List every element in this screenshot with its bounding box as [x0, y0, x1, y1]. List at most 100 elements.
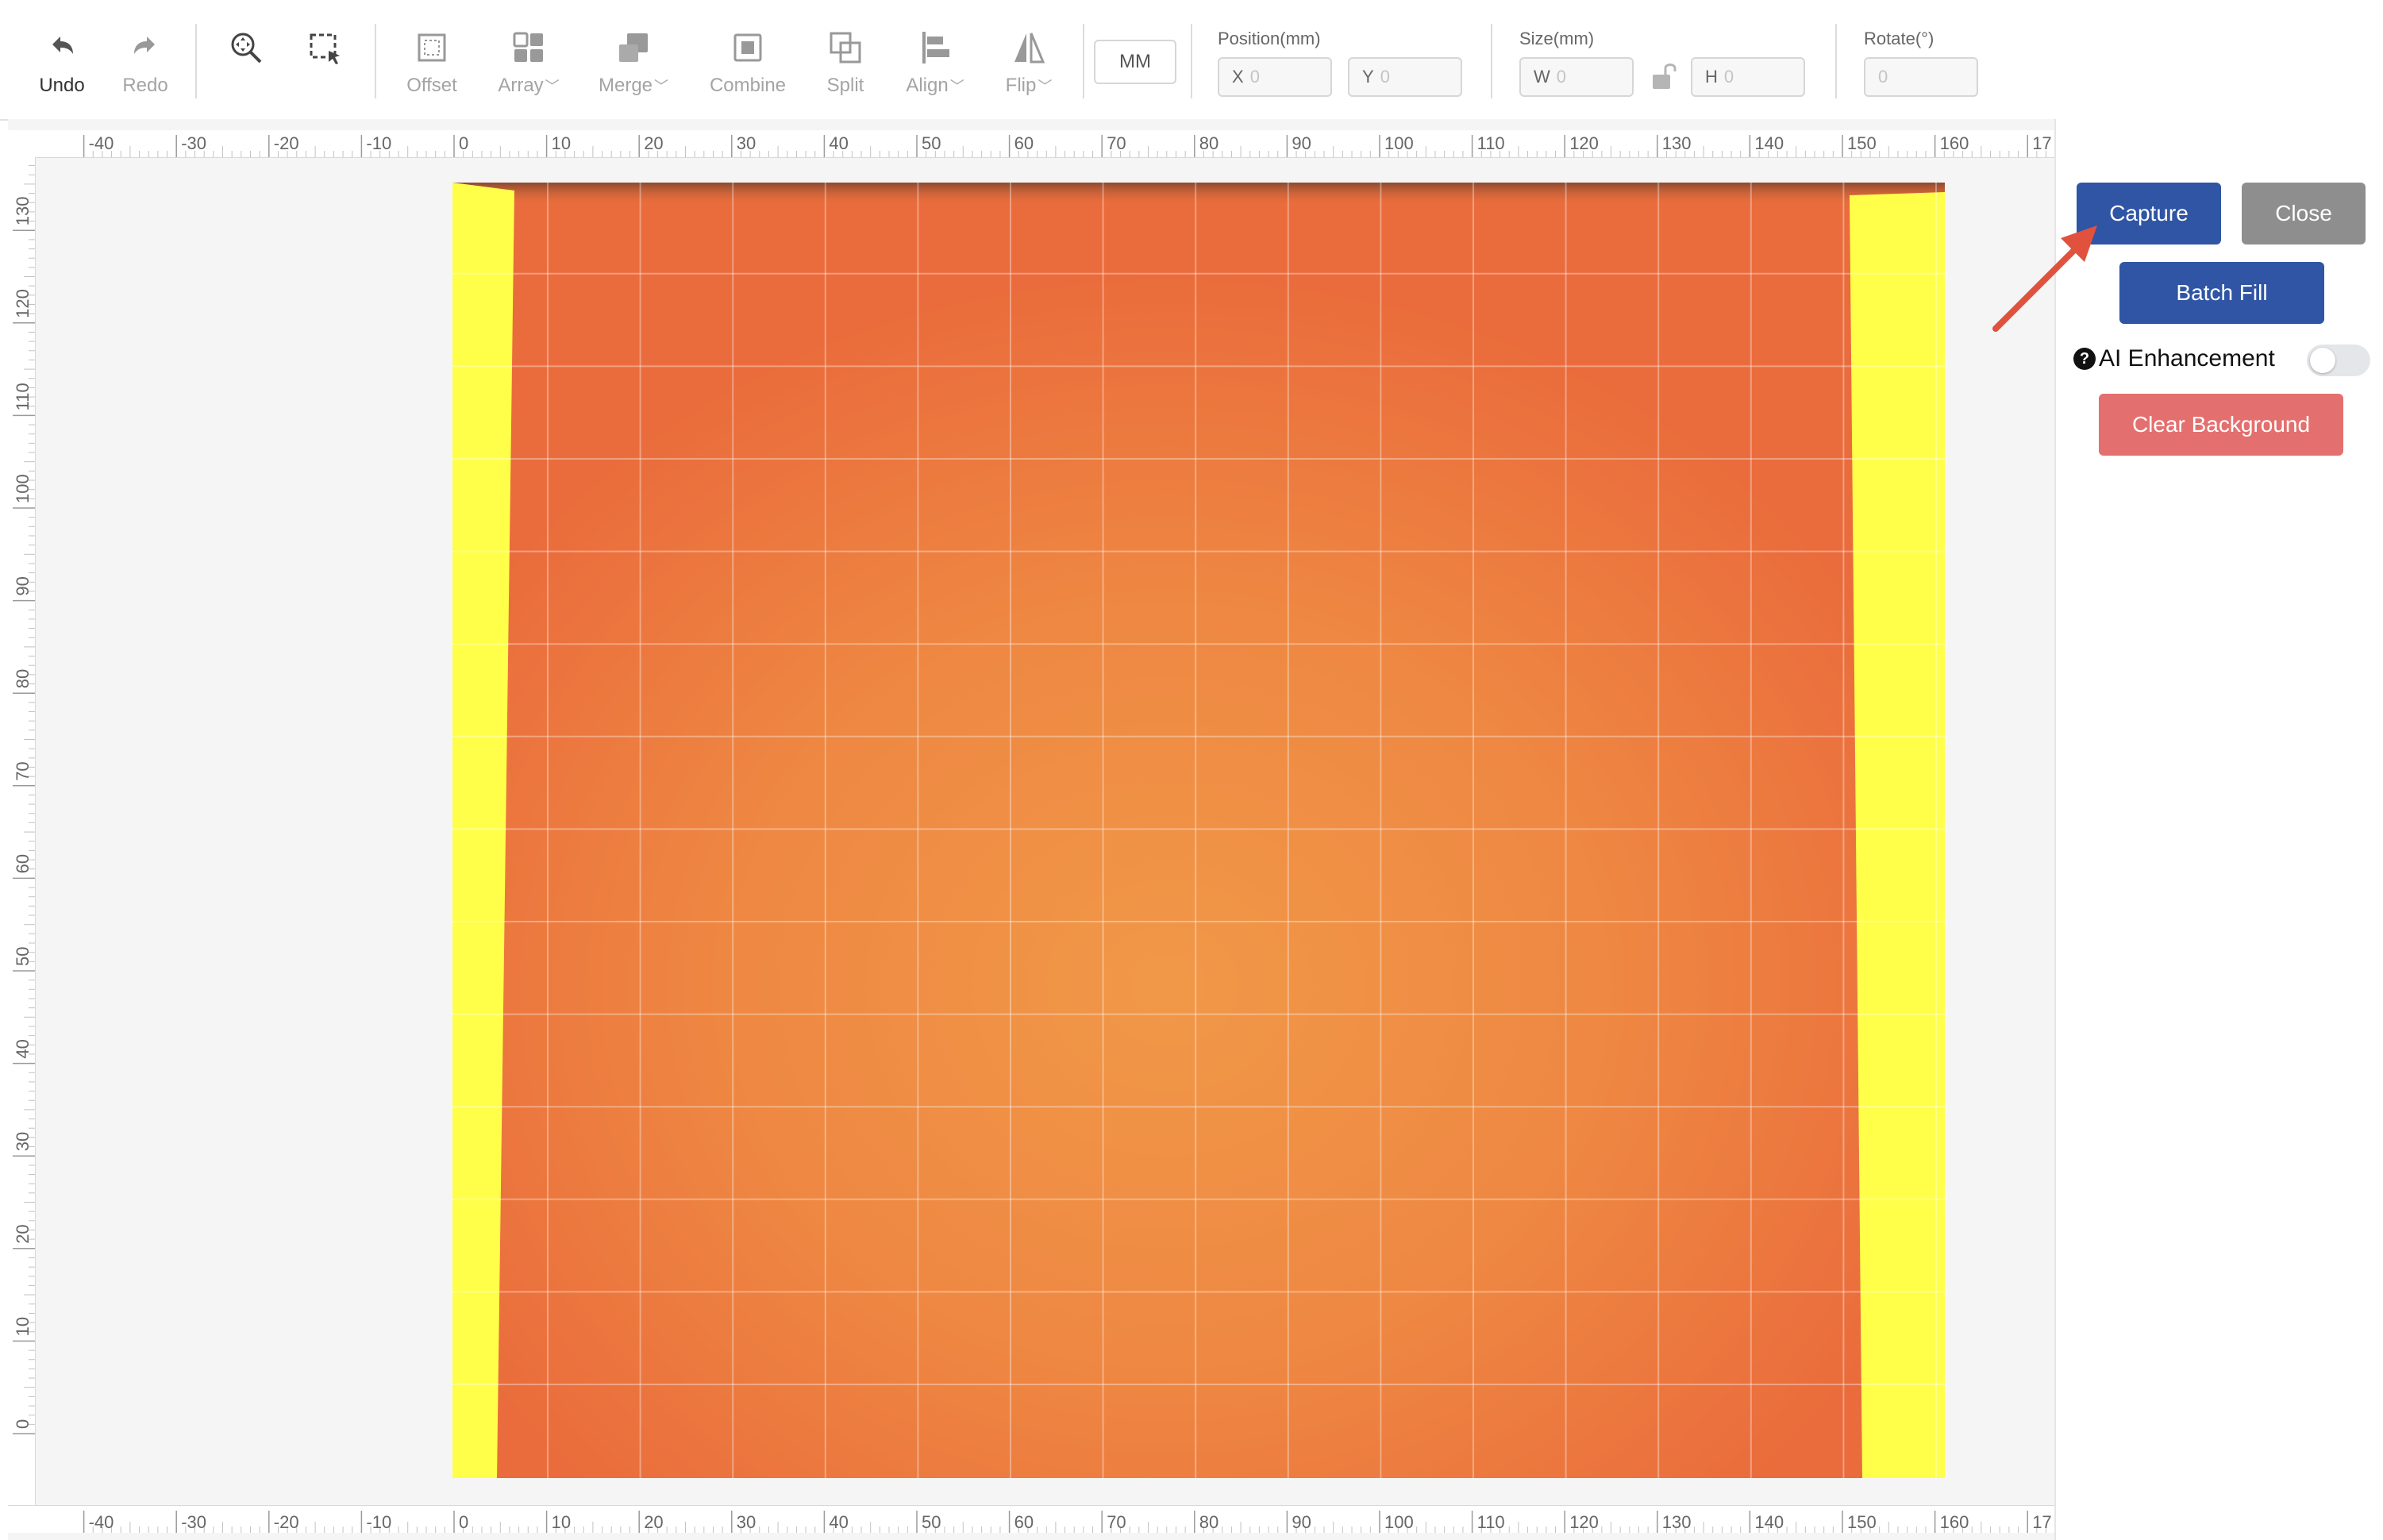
size-h-field[interactable]: H0: [1691, 57, 1805, 97]
batch-fill-button[interactable]: Batch Fill: [2119, 262, 2324, 324]
toolbar-divider: [1083, 24, 1084, 98]
toolbar-divider: [1191, 24, 1192, 98]
zoom-tool-button[interactable]: [224, 24, 268, 103]
ruler-tick-label: -40: [89, 1512, 114, 1532]
ruler-tick-label: 80: [1199, 1512, 1218, 1532]
ruler-tick-label: 100: [13, 474, 33, 503]
toggle-knob: [2310, 348, 2335, 373]
split-icon: [830, 32, 861, 64]
ruler-tick-label: 100: [1384, 1512, 1414, 1532]
ruler-tick-label: 60: [1014, 1512, 1034, 1532]
captured-image[interactable]: [452, 183, 1945, 1478]
ruler-tick-label: 30: [737, 1512, 756, 1532]
redo-label: Redo: [122, 75, 168, 96]
offset-button[interactable]: Offset: [403, 24, 460, 103]
left-ruler: 1401301201101009080706050403020100: [8, 104, 36, 1505]
ruler-tick-label: 80: [13, 669, 33, 688]
ruler-tick-label: 110: [1477, 1512, 1505, 1532]
position-x-field[interactable]: X0: [1218, 57, 1332, 97]
ruler-tick-label: 10: [13, 1317, 33, 1336]
flip-label: Flip: [1005, 75, 1037, 96]
chevron-down-icon: ﹀: [654, 79, 669, 94]
w-value: 0: [1556, 67, 1567, 87]
ruler-tick-label: 10: [552, 1512, 571, 1532]
ruler-tick-label: -20: [274, 133, 299, 153]
ai-enhancement-toggle[interactable]: [2307, 345, 2370, 376]
align-label: Align: [906, 75, 949, 96]
ruler-tick-label: 17: [2032, 1512, 2051, 1532]
ruler-tick-label: 90: [1292, 1512, 1311, 1532]
ruler-tick-label: 130: [13, 196, 33, 225]
x-prefix: X: [1232, 67, 1244, 87]
left-ruler-scale: 1401301201101009080706050403020100: [13, 104, 35, 1434]
ruler-tick-label: 60: [13, 854, 33, 873]
align-button[interactable]: Align ﹀: [902, 24, 968, 103]
ruler-tick-label: 100: [1384, 133, 1414, 153]
ruler-tick-label: -20: [274, 1512, 299, 1532]
ruler-tick-label: 110: [13, 383, 33, 410]
bottom-ruler: -40 -30 -20 -10 0 10 20 30 40 50 60 70 80 90 100 110 120…: [8, 1505, 2112, 1533]
select-tool-button[interactable]: [303, 24, 348, 103]
chevron-down-icon: ﹀: [545, 79, 560, 94]
ruler-tick-label: 150: [1847, 133, 1877, 153]
rotate-field[interactable]: 0: [1864, 57, 1978, 97]
undo-button[interactable]: Undo: [32, 24, 92, 103]
ruler-tick-label: 70: [1107, 133, 1126, 153]
split-button[interactable]: Split: [819, 24, 872, 103]
ruler-tick-label: -30: [181, 133, 206, 153]
rotate-value: 0: [1878, 67, 1888, 87]
ruler-tick-label: 17: [2032, 133, 2051, 153]
ruler-tick-label: 40: [829, 1512, 848, 1532]
unlock-icon[interactable]: [1650, 60, 1678, 92]
ruler-tick-label: 10: [552, 133, 571, 153]
offset-label: Offset: [406, 75, 457, 96]
rotate-group-label: Rotate(°): [1864, 29, 1935, 48]
y-value: 0: [1380, 67, 1390, 87]
ruler-tick-label: 160: [1940, 133, 1969, 153]
array-label: Array: [498, 75, 544, 96]
ruler-tick-label: 20: [644, 133, 663, 153]
ruler-tick-label: 30: [13, 1132, 33, 1151]
toolbar: Undo Redo Offset Array ﹀ Merge ﹀ Combine…: [0, 0, 2383, 121]
redo-button[interactable]: Redo: [117, 24, 173, 103]
array-icon: [513, 32, 543, 62]
ai-enhancement-row: ? AI Enhancement: [2073, 341, 2275, 376]
ruler-tick-label: 0: [13, 1419, 33, 1429]
chevron-down-icon: ﹀: [1038, 79, 1053, 94]
captured-image-content: [452, 183, 1945, 1478]
h-prefix: H: [1705, 67, 1718, 87]
close-button[interactable]: Close: [2242, 183, 2366, 244]
ruler-tick-label: 140: [1754, 1512, 1784, 1532]
ruler-tick-label: 130: [1662, 1512, 1692, 1532]
toolbar-divider: [1491, 24, 1492, 98]
size-group-label: Size(mm): [1519, 29, 1595, 48]
ruler-tick-label: 50: [13, 947, 33, 966]
unit-toggle-button[interactable]: MM: [1094, 40, 1176, 84]
size-w-field[interactable]: W0: [1519, 57, 1634, 97]
marquee-select-icon: [310, 33, 340, 64]
clear-background-button[interactable]: Clear Background: [2099, 394, 2343, 456]
undo-icon: [52, 37, 73, 54]
undo-label: Undo: [39, 75, 85, 96]
ruler-tick-label: 60: [1014, 133, 1034, 153]
toolbar-divider: [1835, 24, 1837, 98]
help-icon[interactable]: ?: [2073, 348, 2096, 370]
ruler-tick-label: -40: [89, 133, 114, 153]
flip-button[interactable]: Flip ﹀: [1002, 24, 1056, 103]
ruler-tick-label: 90: [1292, 133, 1311, 153]
ruler-tick-label: 120: [1569, 133, 1599, 153]
merge-button[interactable]: Merge ﹀: [595, 24, 672, 103]
right-edge-strip: [1850, 192, 1945, 1478]
combine-button[interactable]: Combine: [706, 24, 789, 103]
h-value: 0: [1723, 67, 1734, 87]
ruler-tick-label: 70: [13, 761, 33, 780]
align-icon: [922, 32, 949, 64]
ruler-tick-label: 50: [922, 133, 941, 153]
position-group-label: Position(mm): [1218, 29, 1321, 48]
offset-icon: [418, 33, 446, 62]
ruler-tick-label: 40: [13, 1039, 33, 1058]
position-y-field[interactable]: Y0: [1348, 57, 1462, 97]
ruler-tick-label: 30: [737, 133, 756, 153]
w-prefix: W: [1534, 67, 1550, 87]
array-button[interactable]: Array ﹀: [492, 24, 565, 103]
